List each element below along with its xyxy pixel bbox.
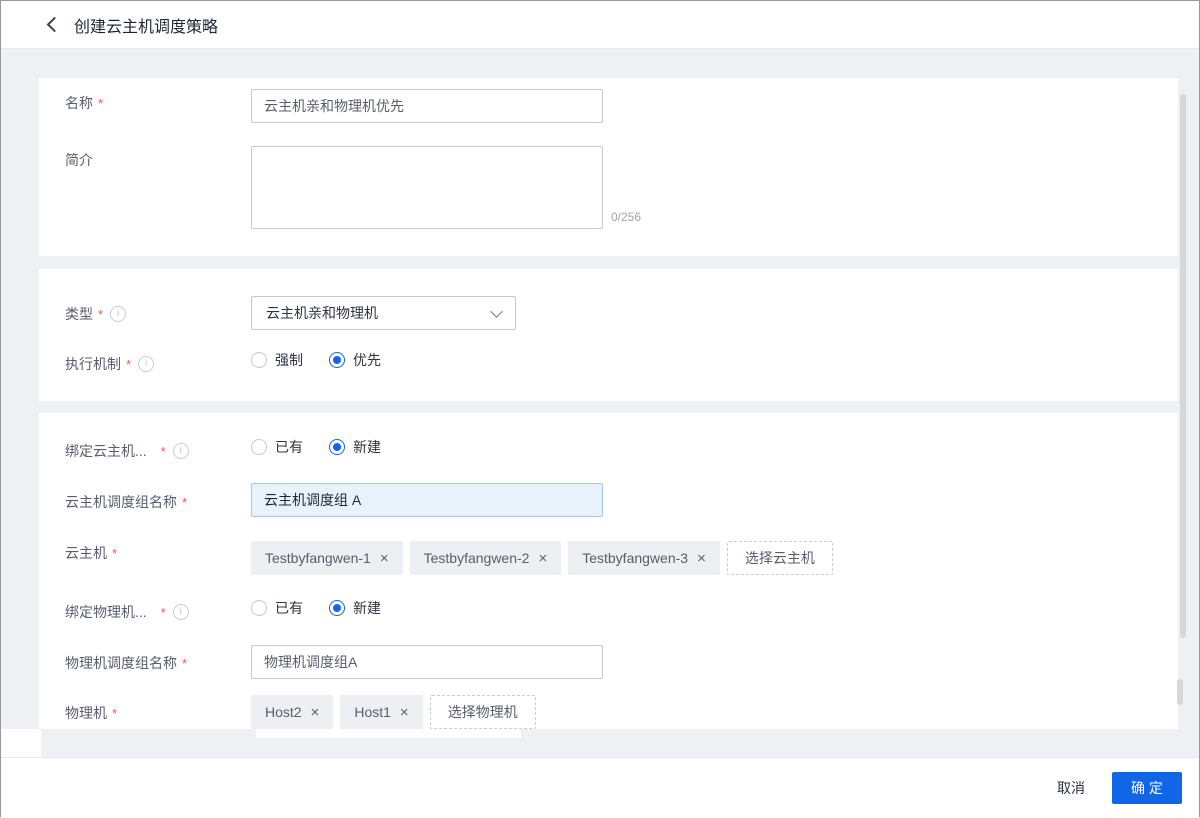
binding-card: 绑定云主机...*i 已有 新建 云主机调度组名称* 云主机* Testbyfa…	[39, 413, 1178, 729]
host-tag: Host1 ×	[340, 695, 423, 729]
description-label: 简介	[65, 152, 93, 168]
radio-circle	[251, 600, 267, 616]
radio-circle	[329, 600, 345, 616]
char-counter: 0/256	[611, 210, 642, 224]
host-group-mode-radio-group: 已有 新建	[251, 598, 407, 618]
vm-tag: Testbyfangwen-1 ×	[251, 541, 403, 575]
remove-icon[interactable]: ×	[380, 551, 389, 566]
required-mark: *	[182, 655, 188, 671]
select-vm-button[interactable]: 选择云主机	[726, 541, 833, 575]
mechanism-radio-group: 强制 优先	[251, 350, 407, 370]
vm-group-mode-label: 绑定云主机... * i	[65, 441, 189, 461]
required-mark: *	[126, 356, 132, 372]
radio-preferred[interactable]: 优先	[329, 350, 381, 370]
vm-group-name-label: 云主机调度组名称 *	[65, 494, 188, 510]
required-mark: *	[98, 306, 104, 322]
type-select-value: 云主机亲和物理机	[266, 305, 378, 321]
radio-circle	[251, 352, 267, 368]
radio-existing-vm-group[interactable]: 已有	[251, 437, 303, 457]
name-label: 名称 *	[65, 95, 104, 111]
page-title: 创建云主机调度策略	[74, 18, 219, 36]
name-input[interactable]	[251, 89, 603, 123]
host-label: 物理机 *	[65, 705, 118, 721]
remove-icon[interactable]: ×	[311, 705, 320, 720]
footer-bar: 取消 确 定	[1, 757, 1199, 818]
info-icon[interactable]: i	[172, 443, 189, 459]
info-icon[interactable]: i	[138, 356, 155, 372]
radio-circle	[329, 439, 345, 455]
info-icon[interactable]: i	[110, 306, 127, 322]
required-mark: *	[182, 494, 188, 510]
radio-new-vm-group[interactable]: 新建	[329, 437, 381, 457]
info-icon[interactable]: i	[172, 604, 189, 620]
host-group-name-label: 物理机调度组名称 *	[65, 655, 188, 671]
vm-group-name-input[interactable]	[251, 483, 603, 517]
vm-label: 云主机 *	[65, 545, 118, 561]
description-textarea[interactable]	[251, 146, 603, 229]
radio-mandatory[interactable]: 强制	[251, 350, 303, 370]
radio-circle	[251, 439, 267, 455]
remove-icon[interactable]: ×	[538, 551, 547, 566]
required-mark: *	[160, 604, 166, 620]
required-mark: *	[98, 95, 104, 111]
radio-existing-host-group[interactable]: 已有	[251, 598, 303, 618]
type-label: 类型 * i	[65, 304, 127, 324]
radio-new-host-group[interactable]: 新建	[329, 598, 381, 618]
remove-icon[interactable]: ×	[697, 551, 706, 566]
host-tag: Host2 ×	[251, 695, 334, 729]
inner-scrollbar-thumb[interactable]	[1177, 679, 1183, 705]
cancel-button[interactable]: 取消	[1055, 772, 1087, 804]
required-mark: *	[112, 705, 118, 721]
vm-group-mode-radio-group: 已有 新建	[251, 437, 407, 457]
host-tag-row: Host2 × Host1 × 选择物理机	[251, 695, 536, 729]
required-mark: *	[112, 545, 118, 561]
policy-type-card: 类型 * i 云主机亲和物理机 执行机制 * i 强制 优先	[39, 269, 1178, 401]
basic-info-card: 名称* 简介 0/256	[39, 78, 1178, 256]
type-select[interactable]: 云主机亲和物理机	[251, 296, 516, 330]
remove-icon[interactable]: ×	[400, 705, 409, 720]
clipped-content-peek	[256, 729, 521, 738]
radio-circle	[329, 352, 345, 368]
vm-tag-row: Testbyfangwen-1 × Testbyfangwen-2 × Test…	[251, 541, 833, 575]
select-host-button[interactable]: 选择物理机	[429, 695, 536, 729]
page-scrollbar-thumb[interactable]	[1180, 94, 1186, 638]
host-group-mode-label: 绑定物理机... * i	[65, 602, 189, 622]
chevron-down-icon	[490, 304, 503, 318]
required-mark: *	[160, 443, 166, 459]
host-group-name-input[interactable]	[251, 645, 603, 679]
mechanism-label: 执行机制 * i	[65, 354, 155, 374]
confirm-button[interactable]: 确 定	[1112, 772, 1182, 804]
bottom-left-filler	[1, 729, 41, 757]
page-header: 创建云主机调度策略	[1, 1, 1199, 49]
back-icon[interactable]	[46, 16, 63, 33]
vm-tag: Testbyfangwen-3 ×	[568, 541, 720, 575]
vm-tag: Testbyfangwen-2 ×	[409, 541, 562, 575]
